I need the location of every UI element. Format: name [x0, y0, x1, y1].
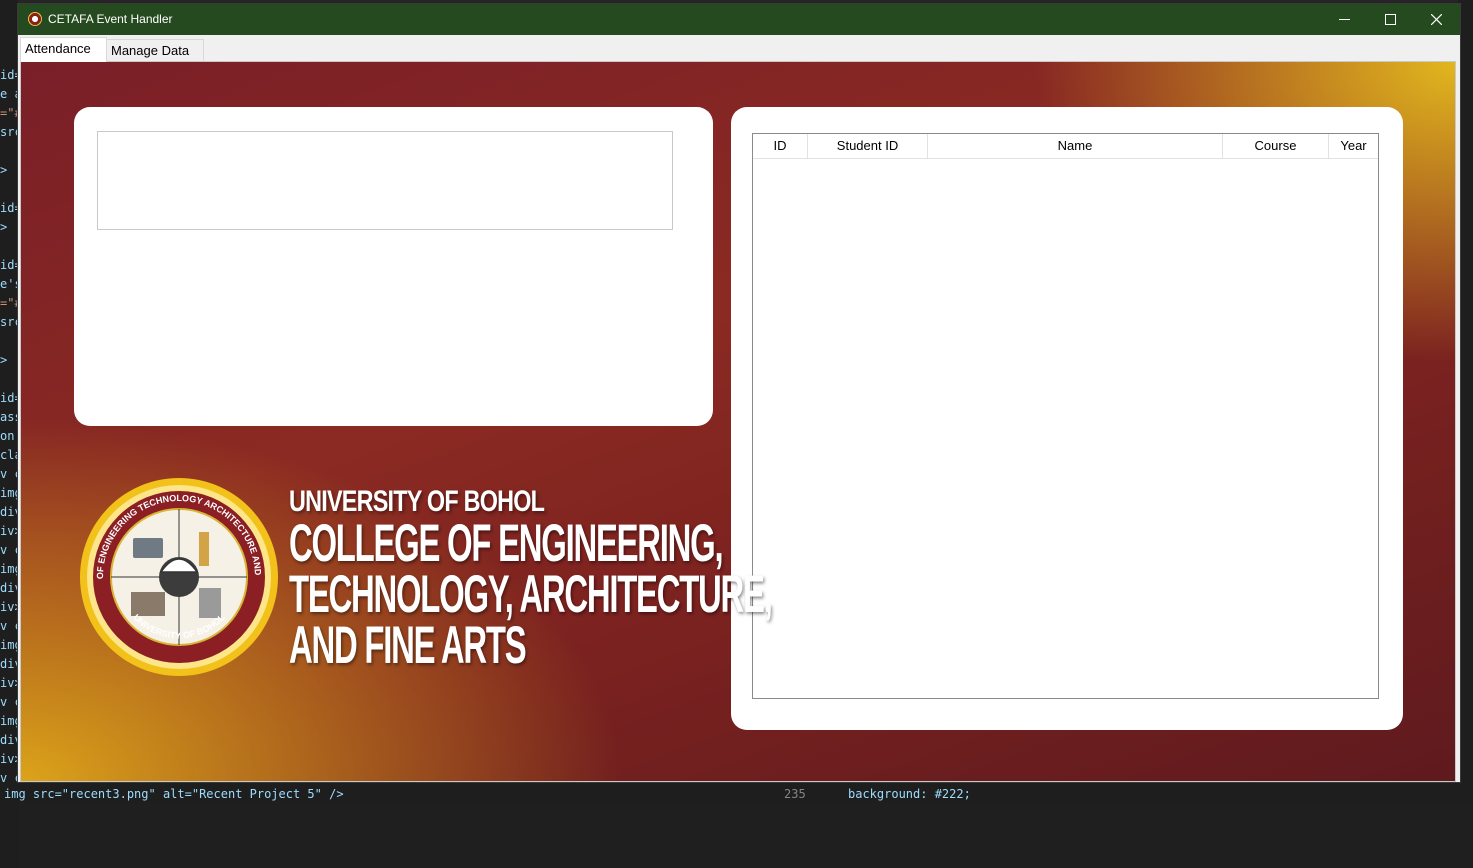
background-code-fragment [0, 142, 18, 161]
background-code-fragment: v c [0, 695, 18, 709]
background-code-line-right: background: #222; [848, 787, 971, 801]
background-code-fragment: v c [0, 619, 18, 633]
attendance-page: ID Student ID Name Course Year OF ENGINE… [20, 61, 1456, 782]
background-code-fragment: e a [0, 87, 18, 101]
background-code-fragment: id= [0, 201, 18, 215]
college-branding: UNIVERSITY OF BOHOL COLLEGE OF ENGINEERI… [289, 486, 1067, 675]
tab-attendance[interactable]: Attendance [20, 37, 107, 62]
background-code-fragment: id= [0, 258, 18, 272]
college-name-line-3: AND FINE ARTS [289, 616, 527, 675]
close-button[interactable] [1413, 4, 1459, 35]
column-header-name[interactable]: Name [928, 134, 1223, 158]
background-code-fragment: img [0, 562, 18, 576]
minimize-button[interactable] [1321, 4, 1367, 35]
background-code-fragment: id= [0, 391, 18, 405]
college-name-line-2: TECHNOLOGY, ARCHITECTURE, [289, 565, 773, 624]
background-code-fragment: v c [0, 467, 18, 481]
background-code-fragment: iv> [0, 752, 18, 766]
background-code-fragment: div [0, 505, 18, 519]
background-line-number: 235 [784, 787, 806, 801]
tab-bar: Attendance Manage Data [18, 35, 1460, 62]
column-header-id[interactable]: ID [753, 134, 808, 158]
background-code-fragment: src [0, 125, 18, 139]
background-code-line: img src="recent3.png" alt="Recent Projec… [4, 787, 344, 801]
column-header-year[interactable]: Year [1329, 134, 1378, 158]
background-code-fragment: ="# [0, 106, 18, 120]
college-seal-logo: COLLEGE OF ENGINEERING TECHNOLOGY ARCHIT… [79, 474, 278, 676]
background-code-fragment: img [0, 638, 18, 652]
background-code-fragment [0, 332, 18, 351]
minimize-icon [1338, 19, 1350, 20]
app-window: CETAFA Event Handler Attendance Manage D… [18, 4, 1460, 782]
background-editor-bottom: img src="recent3.png" alt="Recent Projec… [0, 782, 1473, 802]
background-code-fragment: > [0, 353, 8, 367]
background-code-fragment: div [0, 581, 18, 595]
background-code-fragment: > [0, 220, 8, 234]
background-code-fragment: img [0, 714, 18, 728]
column-header-student-id[interactable]: Student ID [808, 134, 928, 158]
background-code-fragment: img [0, 486, 18, 500]
background-code-fragment: id= [0, 68, 18, 82]
maximize-button[interactable] [1367, 4, 1413, 35]
tab-manage-data[interactable]: Manage Data [106, 39, 204, 61]
table-header: ID Student ID Name Course Year [753, 134, 1378, 159]
background-editor-gutter: id= e a ="# src > id= > id= e's ="# src > id= ass on c… [0, 0, 18, 868]
column-header-course[interactable]: Course [1223, 134, 1329, 158]
background-code-fragment: ass [0, 410, 18, 424]
close-icon [1430, 14, 1442, 25]
background-code-fragment [0, 180, 18, 199]
background-editor-right-edge [1458, 0, 1473, 802]
background-code-fragment: div [0, 657, 18, 671]
background-code-fragment: > [0, 163, 8, 177]
background-code-fragment: iv> [0, 600, 18, 614]
background-code-fragment: src [0, 315, 18, 329]
background-code-fragment: on [0, 429, 15, 443]
background-code-fragment: iv> [0, 524, 18, 538]
input-panel [74, 107, 713, 426]
background-code-fragment: v c [0, 543, 18, 557]
maximize-icon [1384, 14, 1396, 25]
college-name-line-1: COLLEGE OF ENGINEERING, [289, 514, 724, 573]
window-title: CETAFA Event Handler [48, 12, 173, 26]
background-code-fragment [0, 370, 18, 389]
background-code-fragment: div [0, 733, 18, 747]
background-code-fragment [0, 237, 18, 256]
scan-input[interactable] [97, 131, 673, 230]
background-code-fragment: ="# [0, 296, 18, 310]
background-code-fragment: e's [0, 277, 18, 291]
background-code-fragment: cla [0, 448, 18, 462]
app-logo-icon [28, 12, 42, 26]
background-code-fragment: iv> [0, 676, 18, 690]
title-bar[interactable]: CETAFA Event Handler [18, 4, 1460, 35]
